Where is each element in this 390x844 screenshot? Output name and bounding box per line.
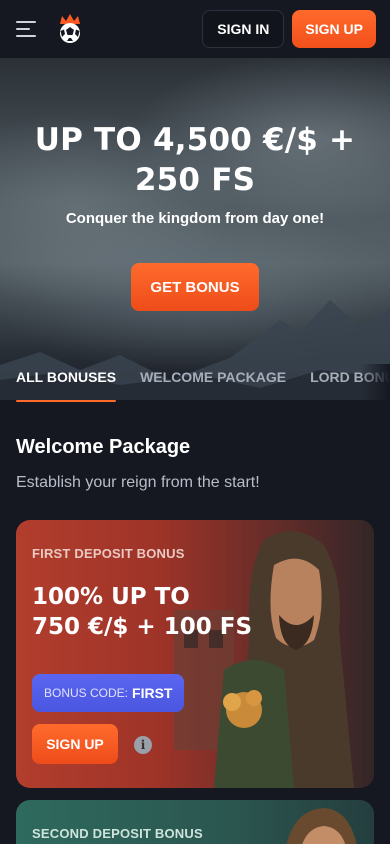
bonus-code-box[interactable]: BONUS CODE: FIRST [32,674,185,712]
hooded-hero-illustration [154,520,374,788]
card-offer: 100% UP TO 750 €/$ + 100 FS [32,582,252,642]
second-deposit-card: SECOND DEPOSIT BONUS [16,800,374,844]
tab-welcome-package[interactable]: WELCOME PACKAGE [140,364,286,402]
card-sign-up-button[interactable]: SIGN UP [32,724,118,764]
first-deposit-card: FIRST DEPOSIT BONUS 100% UP TO 750 €/$ +… [16,520,374,788]
bonus-code-value: FIRST [132,685,173,701]
hero-portrait-illustration [286,808,357,844]
hero-banner: UP TO 4,500 €/$ + 250 FS Conquer the kin… [0,58,390,400]
get-bonus-button[interactable]: GET BONUS [131,263,259,311]
sign-in-button[interactable]: SIGN IN [202,10,285,48]
hamburger-menu-icon[interactable] [16,20,40,38]
bonus-tabs: ALL BONUSES WELCOME PACKAGE LORD BONUS [0,364,390,402]
info-icon[interactable]: i [134,736,152,754]
bonus-code-label: BONUS CODE: [44,686,129,700]
card-label: FIRST DEPOSIT BONUS [32,546,185,561]
card-offer-line2: 750 €/$ + 100 FS [32,614,253,640]
top-header: SIGN IN SIGN UP [0,0,390,58]
tab-all-bonuses[interactable]: ALL BONUSES [16,364,117,402]
sign-up-button[interactable]: SIGN UP [292,10,376,48]
tabs-fade [360,364,390,400]
card-offer-line1: 100% UP TO [32,584,190,610]
card-label: SECOND DEPOSIT BONUS [32,826,203,841]
hero-title: UP TO 4,500 €/$ + 250 FS [34,122,356,198]
logo[interactable] [56,13,84,45]
section-subtitle: Establish your reign from the start! [16,474,260,491]
section-title: Welcome Package [16,436,191,458]
hero-subtitle: Conquer the kingdom from day one! [65,210,325,227]
crown-ball-logo [60,14,80,43]
